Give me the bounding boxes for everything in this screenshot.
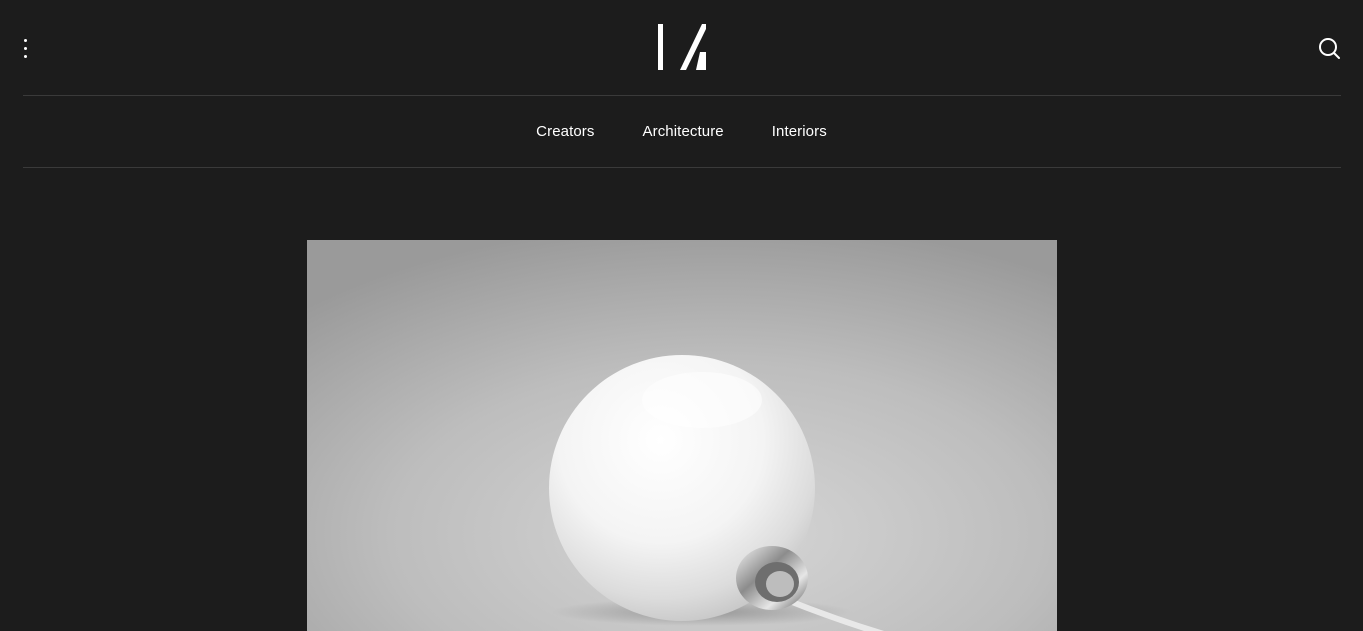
site-header (0, 0, 1363, 96)
nav-divider (23, 167, 1341, 168)
search-icon[interactable] (1315, 34, 1343, 62)
category-nav: Creators Architecture Interiors (0, 96, 1363, 167)
menu-icon[interactable] (14, 33, 36, 63)
brand-logo[interactable] (656, 22, 708, 72)
sphere-lamp-photo (307, 240, 1057, 631)
hero-image[interactable] (307, 240, 1057, 631)
nav-item-interiors[interactable]: Interiors (772, 123, 827, 140)
nav-item-architecture[interactable]: Architecture (643, 123, 724, 140)
nav-item-creators[interactable]: Creators (536, 123, 594, 140)
